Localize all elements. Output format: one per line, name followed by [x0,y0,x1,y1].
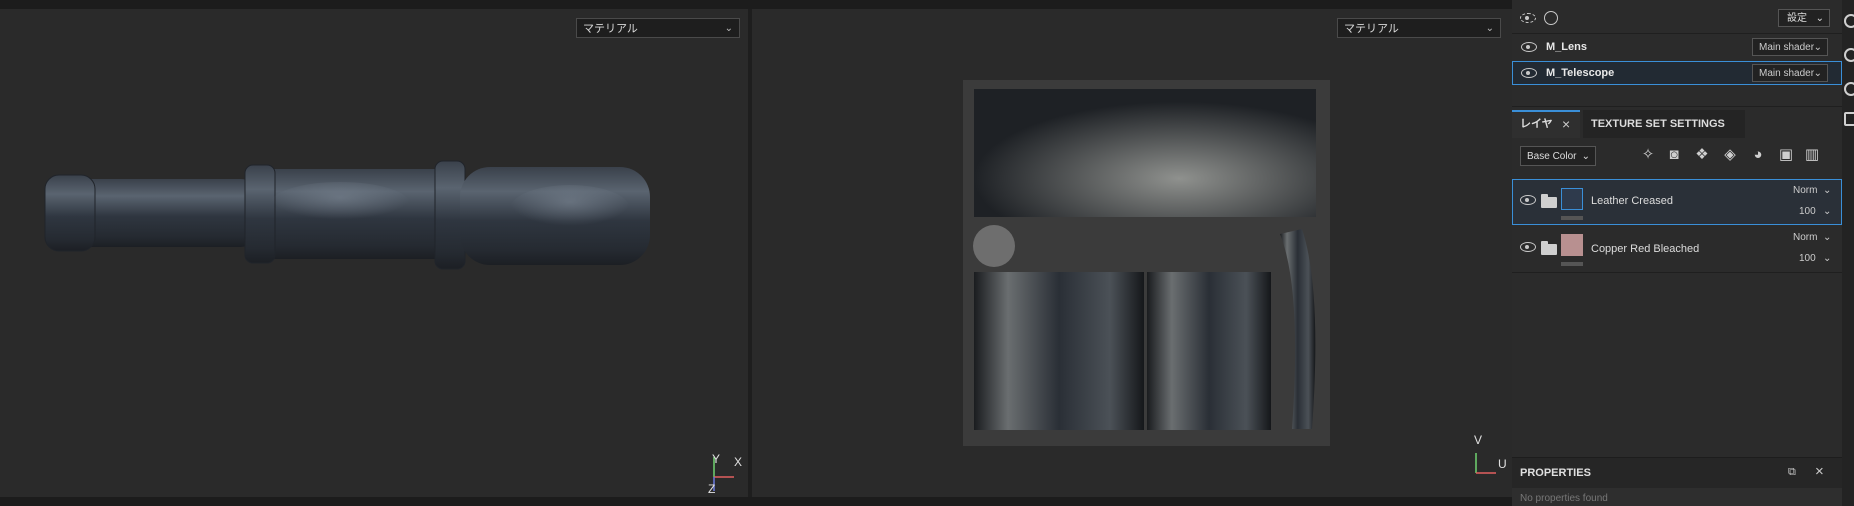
layer-mask-indicator [1561,216,1583,220]
right-panel: 設定 ⌄ M_Lens Main shader ⌄ M_Telescope Ma… [1512,0,1854,506]
layer-name: Leather Creased [1591,195,1673,207]
magic-wand-icon[interactable]: ✧ [1638,146,1658,164]
chevron-down-icon: ⌄ [1485,23,1494,34]
channel-select[interactable]: Base Color ⌄ [1520,146,1596,166]
texture-set-row[interactable]: M_Lens Main shader ⌄ [1512,36,1842,58]
telescope-3d-model [44,160,650,270]
tab-layers-label: レイヤ [1520,118,1553,130]
popout-icon[interactable]: ⧉ [1788,466,1796,479]
properties-title: PROPERTIES [1520,467,1591,479]
layer-name: Copper Red Bleached [1591,243,1700,255]
viewport-2d[interactable]: マテリアル ⌄ V U [752,9,1512,497]
shader-select-value: Main shader [1759,68,1815,79]
visibility-eye-icon[interactable] [1521,42,1537,52]
axis-x-label: X [734,455,743,469]
texture-set-name: M_Telescope [1546,67,1615,79]
smart-material-icon[interactable]: ◕ [1748,146,1768,164]
add-folder-icon[interactable]: ▣ [1776,146,1796,164]
shader-select[interactable]: Main shader ⌄ [1752,64,1828,82]
material-select-3d[interactable]: マテリアル ⌄ [576,18,740,38]
blend-mode-select[interactable]: Norm [1793,232,1817,243]
mask-icon[interactable]: ◙ [1664,146,1684,164]
folder-icon [1541,241,1557,255]
chevron-down-icon: ⌄ [1813,42,1822,53]
visibility-eye-icon[interactable] [1520,195,1536,205]
shader-select-value: Main shader [1759,42,1815,53]
settings-button-label: 設定 [1787,13,1807,24]
chevron-down-icon: ⌄ [724,23,733,34]
folder-icon [1541,194,1557,208]
opacity-value[interactable]: 100 [1799,253,1816,264]
solo-eye-icon[interactable] [1544,11,1558,25]
visibility-eye-icon[interactable] [1520,242,1536,252]
blend-mode-select[interactable]: Norm [1793,185,1817,196]
opacity-value[interactable]: 100 [1799,206,1816,217]
settings-button[interactable]: 設定 ⌄ [1778,9,1830,27]
top-strip [0,0,1512,9]
tab-texture-set-settings-label: TEXTURE SET SETTINGS [1591,118,1725,130]
tab-texture-set-settings[interactable]: TEXTURE SET SETTINGS [1583,110,1745,138]
camera-icon[interactable] [1844,14,1854,28]
axis-u-label: U [1498,457,1507,471]
properties-empty-text: No properties found [1520,493,1608,504]
shader-select[interactable]: Main shader ⌄ [1752,38,1828,56]
chevron-down-icon: ⌄ [1823,232,1832,243]
chevron-down-icon: ⌄ [1813,68,1822,79]
channel-select-value: Base Color [1527,151,1577,162]
chevron-down-icon: ⌄ [1823,206,1832,217]
layer-mask-indicator [1561,262,1583,266]
right-toolbar-rail [1842,0,1854,506]
material-select-2d[interactable]: マテリアル ⌄ [1337,18,1501,38]
close-icon[interactable]: × [1562,112,1570,136]
texture-set-header: 設定 ⌄ [1512,9,1842,27]
viewport-3d[interactable]: マテリアル ⌄ Y X Z [0,9,748,497]
close-icon[interactable]: × [1815,463,1824,480]
history-icon[interactable] [1844,82,1854,96]
uv-texture-map [963,80,1330,446]
axis-v-label: V [1474,433,1483,447]
texture-set-name: M_Lens [1546,41,1587,53]
chevron-down-icon: ⌄ [1815,13,1824,24]
axis-y-label: Y [712,452,721,466]
material-select-2d-value: マテリアル [1344,23,1399,35]
layer-row-selected[interactable]: Leather Creased Norm ⌄ 100 ⌄ [1512,179,1842,225]
tab-layers[interactable]: レイヤ × [1512,110,1580,138]
divider [1512,272,1842,273]
fill-layer-icon[interactable]: ❖ [1692,146,1712,164]
hide-all-eye-icon[interactable] [1520,13,1536,23]
divider [1512,106,1842,107]
chevron-down-icon: ⌄ [1823,185,1832,196]
trash-icon[interactable]: ▥ [1802,146,1822,164]
material-select-3d-value: マテリアル [583,23,638,35]
bottom-strip [0,497,1512,506]
divider [1512,33,1842,34]
properties-body: No properties found [1512,488,1842,506]
display-settings-icon[interactable] [1844,48,1854,62]
axis-z-label: Z [708,482,716,496]
log-icon[interactable] [1844,112,1854,126]
layer-thumbnail [1561,188,1583,210]
chevron-down-icon: ⌄ [1823,253,1832,264]
layer-row[interactable]: Copper Red Bleached Norm ⌄ 100 ⌄ [1512,226,1842,272]
layer-thumbnail [1561,234,1583,256]
paint-bucket-icon[interactable]: ◈ [1720,146,1740,164]
texture-set-row-selected[interactable]: M_Telescope Main shader ⌄ [1512,61,1842,85]
properties-header: PROPERTIES ⧉ × [1512,457,1842,488]
visibility-eye-icon[interactable] [1521,68,1537,78]
chevron-down-icon: ⌄ [1581,151,1590,162]
